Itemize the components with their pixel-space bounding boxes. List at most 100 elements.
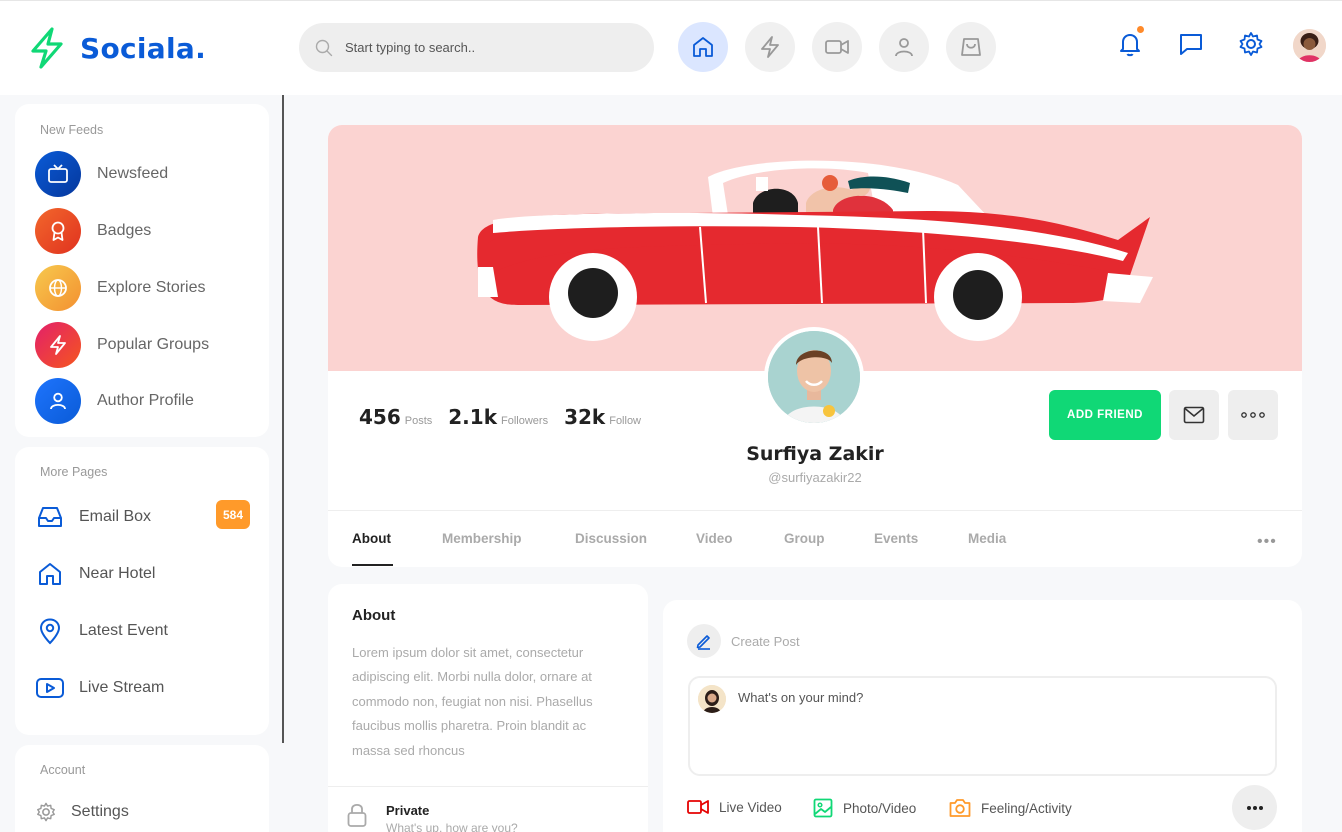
app-name: Sociala.	[80, 31, 207, 65]
bolt-logo-icon	[31, 27, 63, 69]
tab-group[interactable]: Group	[784, 531, 825, 546]
feeling-activity-button[interactable]: Feeling/Activity	[949, 798, 1072, 818]
user-avatar	[698, 685, 726, 713]
lock-icon	[347, 803, 367, 827]
sidebar-item-settings[interactable]: Settings	[35, 797, 129, 827]
sidebar-item-label: Newsfeed	[97, 165, 169, 182]
notifications-button[interactable]	[1115, 26, 1145, 59]
privacy-label: Private	[386, 803, 430, 818]
profile-card: 456 Posts 2.1k Followers 32k Follow Surf…	[328, 125, 1302, 567]
feeling-activity-label: Feeling/Activity	[981, 800, 1072, 816]
more-options-button[interactable]	[1228, 390, 1278, 440]
tab-media[interactable]: Media	[968, 531, 1006, 546]
create-post-label: Create Post	[731, 634, 800, 649]
sidebar-new-feeds: New Feeds Newsfeed Badges Explore Storie…	[15, 104, 269, 437]
posts-count: 456	[359, 405, 401, 429]
youtube-icon	[35, 673, 65, 703]
bolt-icon	[761, 36, 779, 58]
chat-icon	[1180, 34, 1202, 55]
section-heading: Account	[40, 763, 86, 777]
profile-name: Surfiya Zakir	[746, 443, 884, 465]
tv-icon	[35, 151, 81, 197]
sidebar-item-near-hotel[interactable]: Near Hotel	[35, 559, 155, 589]
nav-video-button[interactable]	[812, 22, 862, 72]
sidebar-item-latest-event[interactable]: Latest Event	[35, 616, 168, 646]
sidebar-item-email-box[interactable]: Email Box	[35, 502, 151, 532]
about-card: About Lorem ipsum dolor sit amet, consec…	[328, 584, 648, 832]
profile-stats: 456 Posts 2.1k Followers 32k Follow	[359, 405, 657, 429]
home-icon	[35, 559, 65, 589]
sidebar-item-label: Live Stream	[79, 679, 165, 696]
nav-shop-button[interactable]	[946, 22, 996, 72]
notification-dot	[1137, 26, 1144, 33]
create-post-card: Create Post What's on your mind? Live Vi…	[663, 600, 1302, 832]
avatar-image	[1293, 29, 1326, 62]
sidebar-item-label: Badges	[97, 222, 152, 239]
video-icon	[825, 40, 849, 54]
globe-icon	[35, 265, 81, 311]
home-icon	[693, 37, 713, 57]
nav-home-button[interactable]	[678, 22, 728, 72]
section-heading: New Feeds	[40, 123, 104, 137]
live-video-button[interactable]: Live Video	[687, 798, 782, 816]
sidebar-item-label: Popular Groups	[97, 336, 210, 353]
more-horizontal-icon	[1246, 805, 1263, 810]
sidebar-item-label: Latest Event	[79, 622, 168, 639]
profile-photo	[768, 331, 860, 423]
bell-icon	[1120, 34, 1140, 57]
posts-label: Posts	[404, 415, 433, 427]
profile-handle: @surfiyazakir22	[768, 470, 862, 485]
nav-profile-button[interactable]	[879, 22, 929, 72]
search-icon	[315, 39, 333, 56]
search-input[interactable]	[345, 40, 625, 55]
user-icon	[35, 378, 81, 424]
nav-activity-button[interactable]	[745, 22, 795, 72]
sidebar-account: Account Settings	[15, 745, 269, 832]
tabs-divider	[328, 510, 1302, 511]
app-logo[interactable]: Sociala.	[28, 27, 206, 69]
sidebar-item-label: Near Hotel	[79, 565, 156, 582]
inbox-icon	[35, 502, 65, 532]
sidebar-item-label: Explore Stories	[97, 279, 206, 296]
sidebar-item-author-profile[interactable]: Author Profile	[35, 378, 194, 424]
sidebar-item-badges[interactable]: Badges	[35, 208, 151, 254]
post-placeholder: What's on your mind?	[738, 690, 864, 705]
photo-video-button[interactable]: Photo/Video	[813, 798, 916, 818]
sidebar-item-explore-stories[interactable]: Explore Stories	[35, 265, 206, 311]
sidebar-item-label: Author Profile	[97, 392, 194, 409]
settings-icon	[35, 797, 57, 827]
add-friend-button[interactable]: ADD FRIEND	[1049, 390, 1161, 440]
sidebar-item-live-stream[interactable]: Live Stream	[35, 673, 164, 703]
mail-icon	[1183, 406, 1205, 424]
sidebar-more-pages: More Pages Email Box Near Hotel Latest E…	[15, 447, 269, 735]
about-divider	[328, 786, 648, 787]
messages-button[interactable]	[1176, 29, 1206, 59]
post-input[interactable]: What's on your mind?	[688, 676, 1277, 776]
settings-button[interactable]	[1236, 29, 1266, 59]
tab-membership[interactable]: Membership	[442, 531, 522, 546]
map-pin-icon	[35, 616, 65, 646]
follow-count: 32k	[564, 405, 606, 429]
shopping-bag-icon	[961, 38, 981, 56]
camera-icon	[949, 799, 971, 817]
tab-discussion[interactable]: Discussion	[575, 531, 647, 546]
tab-events[interactable]: Events	[874, 531, 918, 546]
follow-label: Follow	[609, 415, 642, 427]
sidebar-item-newsfeed[interactable]: Newsfeed	[35, 151, 168, 197]
edit-icon	[687, 624, 721, 658]
tab-video[interactable]: Video	[696, 531, 733, 546]
tabs-more-icon[interactable]: •••	[1257, 533, 1277, 551]
message-button[interactable]	[1169, 390, 1219, 440]
section-heading: More Pages	[40, 465, 108, 479]
privacy-subtext: What's up, how are you?	[386, 821, 518, 832]
search-bar[interactable]	[299, 23, 654, 72]
email-count-badge: 584	[216, 500, 250, 529]
more-horizontal-icon	[1241, 412, 1265, 418]
live-video-label: Live Video	[719, 799, 782, 815]
post-more-button[interactable]	[1232, 785, 1277, 830]
sidebar-item-popular-groups[interactable]: Popular Groups	[35, 322, 209, 368]
sidebar-divider	[282, 95, 284, 743]
tab-about[interactable]: About	[352, 531, 391, 546]
profile-avatar[interactable]	[764, 327, 864, 427]
user-avatar[interactable]	[1293, 29, 1326, 62]
